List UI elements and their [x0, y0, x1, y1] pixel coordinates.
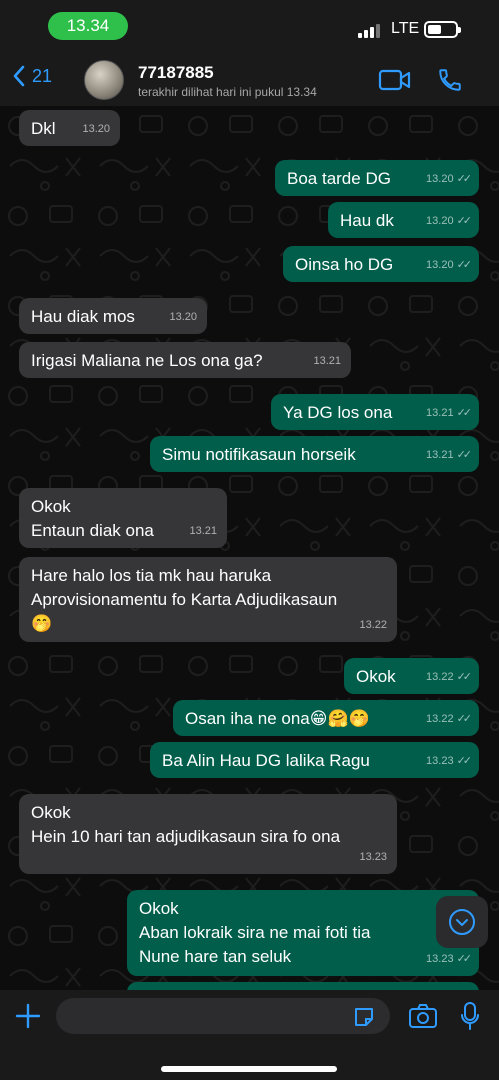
battery-icon: [424, 21, 461, 38]
chat-area[interactable]: Dkl 13.20 Boa tarde DG 13.20 ✓✓ Hau dk 13…: [0, 106, 499, 990]
message-input[interactable]: [56, 998, 390, 1034]
message-bubble-outgoing[interactable]: Hau dk 13.20 ✓✓: [328, 202, 479, 238]
signal-strength-icon: [358, 24, 382, 38]
message-bubble-outgoing-partial[interactable]: [127, 982, 479, 990]
message-text: Hare halo los tia mk hau haruka Aprovisi…: [31, 566, 338, 633]
message-bubble-outgoing[interactable]: Ya DG los ona 13.21 ✓✓: [271, 394, 479, 430]
message-bubble-outgoing[interactable]: Ba Alin Hau DG lalika Ragu 13.23 ✓✓: [150, 742, 479, 778]
message-time: 13.23: [426, 953, 454, 965]
message-bubble-incoming[interactable]: Okok Entaun diak ona 13.21: [19, 488, 227, 548]
message-text: Okok Entaun diak ona: [31, 497, 154, 540]
message-bubble-incoming[interactable]: Hau diak mos 13.20: [19, 298, 207, 334]
message-text: Simu notifikasaun horseik: [162, 445, 356, 464]
plus-icon: [15, 1003, 41, 1029]
message-time: 13.23: [426, 755, 454, 767]
camera-icon: [409, 1004, 437, 1028]
microphone-button[interactable]: [460, 1001, 480, 1036]
message-bubble-incoming[interactable]: Okok Hein 10 hari tan adjudikasaun sira …: [19, 794, 397, 874]
status-bar: 13.34 LTE: [0, 0, 499, 54]
camera-button[interactable]: [408, 1003, 438, 1034]
home-indicator: [161, 1066, 337, 1072]
microphone-icon: [461, 1002, 479, 1030]
message-bubble-outgoing[interactable]: Osan iha ne ona😁🤗🤭 13.22 ✓✓: [173, 700, 479, 736]
chevron-down-circle-icon: [449, 909, 475, 935]
message-bubble-outgoing[interactable]: Okok Aban lokraik sira ne mai foti tia N…: [127, 890, 479, 976]
last-seen-status: terakhir dilihat hari ini pukul 13.34: [138, 85, 317, 99]
message-bubble-outgoing[interactable]: Oinsa ho DG 13.20 ✓✓: [283, 246, 479, 282]
message-time: 13.21: [426, 407, 454, 419]
message-time: 13.20: [426, 215, 454, 227]
message-text: Irigasi Maliana ne Los ona ga?: [31, 351, 263, 370]
network-type: LTE: [391, 20, 420, 37]
message-bubble-outgoing[interactable]: Boa tarde DG 13.20 ✓✓: [275, 160, 479, 196]
input-bar: [0, 990, 499, 1080]
video-call-button[interactable]: [378, 68, 412, 97]
message-bubble-incoming[interactable]: Irigasi Maliana ne Los ona ga? 13.21: [19, 342, 351, 378]
double-check-icon: ✓✓: [456, 173, 473, 185]
double-check-icon: ✓✓: [456, 215, 473, 227]
message-time: 13.22: [426, 671, 454, 683]
chat-header: 21 77187885 terakhir dilihat hari ini pu…: [0, 54, 499, 106]
status-time: 13.34: [48, 12, 128, 40]
sticker-button[interactable]: [352, 1005, 376, 1034]
message-bubble-outgoing[interactable]: Simu notifikasaun horseik 13.21 ✓✓: [150, 436, 479, 472]
message-time: 13.21: [189, 525, 217, 537]
phone-icon: [439, 69, 461, 91]
double-check-icon: ✓✓: [456, 953, 473, 965]
message-text: Ba Alin Hau DG lalika Ragu: [162, 751, 370, 770]
avatar[interactable]: [84, 60, 124, 100]
message-time: 13.20: [169, 311, 197, 323]
message-bubble-outgoing[interactable]: Okok 13.22 ✓✓: [344, 658, 479, 694]
double-check-icon: ✓✓: [456, 755, 473, 767]
attach-button[interactable]: [14, 1002, 42, 1035]
message-time: 13.20: [426, 173, 454, 185]
contact-name[interactable]: 77187885: [138, 63, 214, 83]
chevron-left-icon: [13, 65, 25, 87]
message-time: 13.23: [359, 851, 387, 863]
double-check-icon: ✓✓: [456, 259, 473, 271]
double-check-icon: ✓✓: [456, 407, 473, 419]
message-time: 13.21: [426, 449, 454, 461]
message-time: 13.20: [426, 259, 454, 271]
double-check-icon: ✓✓: [456, 713, 473, 725]
message-text: Okok Aban lokraik sira ne mai foti tia N…: [139, 899, 371, 966]
back-button[interactable]: 21: [12, 64, 52, 88]
voice-call-button[interactable]: [437, 67, 463, 98]
double-check-icon: ✓✓: [456, 671, 473, 683]
message-time: 13.22: [426, 713, 454, 725]
video-camera-icon: [378, 69, 411, 91]
sticker-icon: [355, 1008, 373, 1026]
message-time: 13.20: [82, 123, 110, 135]
message-time: 13.22: [359, 619, 387, 631]
double-check-icon: ✓✓: [456, 449, 473, 461]
message-text: Okok Hein 10 hari tan adjudikasaun sira …: [31, 803, 341, 846]
unread-count: 21: [32, 65, 53, 86]
message-bubble-incoming[interactable]: Hare halo los tia mk hau haruka Aprovisi…: [19, 557, 397, 642]
scroll-to-bottom-button[interactable]: [436, 896, 488, 948]
message-bubble-incoming[interactable]: Dkl 13.20: [19, 110, 120, 146]
message-time: 13.21: [313, 355, 341, 367]
message-text: Osan iha ne ona😁🤗🤭: [185, 709, 370, 728]
